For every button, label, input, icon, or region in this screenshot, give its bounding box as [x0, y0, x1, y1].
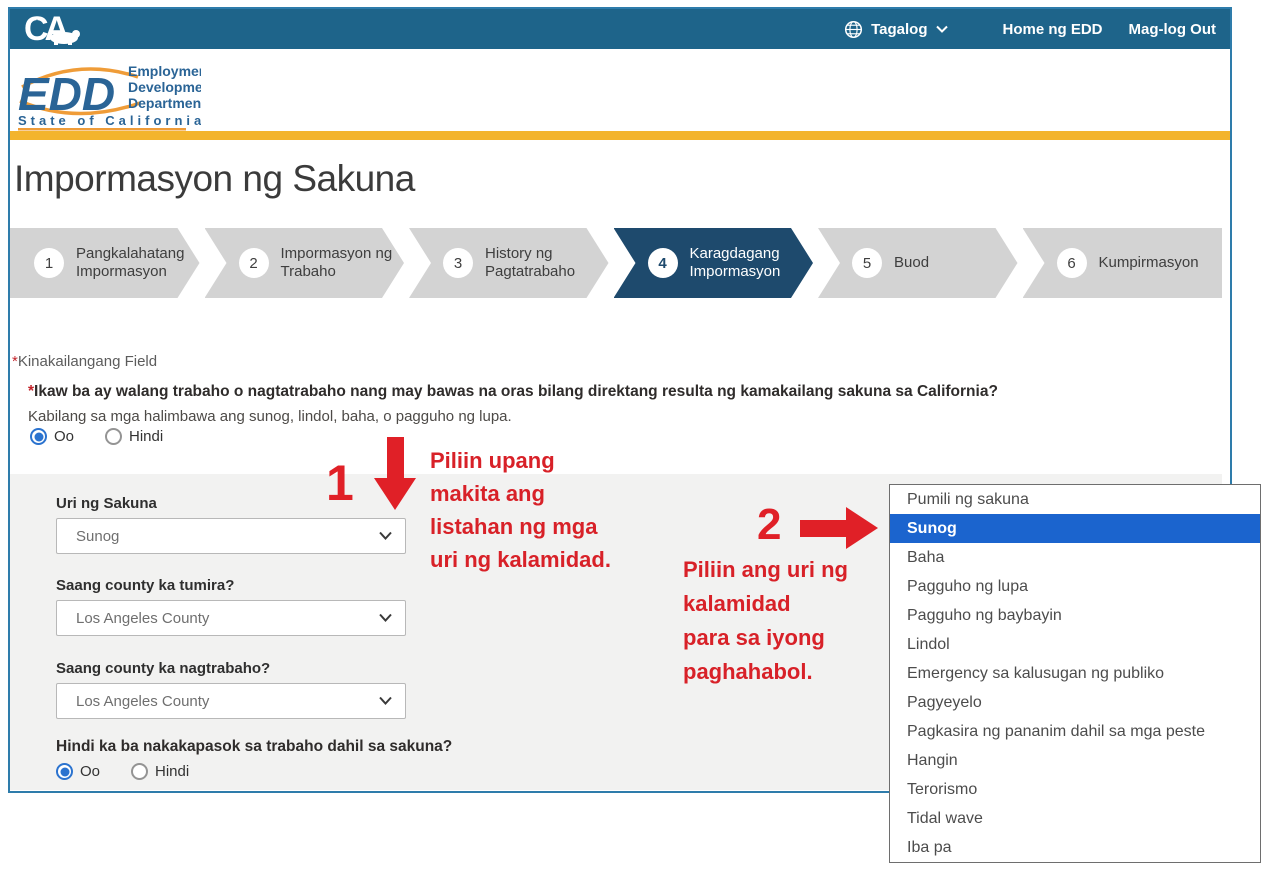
dropdown-option[interactable]: Pagkasira ng pananim dahil sa mga peste [890, 717, 1260, 746]
disaster-dropdown-list: Pumili ng sakunaSunogBahaPagguho ng lupa… [889, 484, 1261, 863]
select-chevron-icon [379, 531, 392, 540]
county-work-select[interactable]: Los Angeles County [56, 683, 406, 719]
home-link[interactable]: Home ng EDD [1003, 21, 1103, 38]
question-disaster: *Ikaw ba ay walang trabaho o nagtatrabah… [28, 383, 998, 401]
annotation-step-1-text: Piliin upang makita ang listahan ng mga … [430, 444, 611, 576]
step-label: History ng Pagtatrabaho [485, 245, 609, 282]
topbar-links: Tagalog Home ng EDD Mag-log Out [844, 20, 1216, 39]
radio-option-hindi[interactable]: Hindi [131, 763, 189, 780]
dropdown-option[interactable]: Pagguho ng lupa [890, 572, 1260, 601]
q2-radio-group: Oo Hindi [56, 763, 189, 780]
globe-icon [844, 20, 863, 39]
edd-tagline: State of California [18, 113, 201, 128]
dropdown-option[interactable]: Terorismo [890, 775, 1260, 804]
page-title: Impormasyon ng Sakuna [14, 155, 415, 203]
radio-circle[interactable] [105, 428, 122, 445]
step-number: 4 [648, 248, 678, 278]
dropdown-option[interactable]: Iba pa [890, 833, 1260, 862]
dropdown-option[interactable]: Sunog [890, 514, 1260, 543]
step-label: Karagdagang Impormasyon [690, 245, 814, 282]
step-number: 1 [34, 248, 64, 278]
language-label: Tagalog [871, 21, 927, 38]
dropdown-option[interactable]: Pagguho ng baybayin [890, 601, 1260, 630]
dropdown-option[interactable]: Lindol [890, 630, 1260, 659]
right-arrow [800, 520, 846, 537]
step-5[interactable]: 5 Buod [818, 228, 1018, 298]
county-work-value: Los Angeles County [76, 693, 209, 710]
step-number: 2 [239, 248, 269, 278]
county-live-select[interactable]: Los Angeles County [56, 600, 406, 636]
county-work-label: Saang county ka nagtrabaho? [56, 660, 270, 677]
question-disaster-hint: Kabilang sa mga halimbawa ang sunog, lin… [28, 408, 512, 425]
dropdown-option[interactable]: Tidal wave [890, 804, 1260, 833]
edd-line-1: Employment [128, 63, 201, 79]
q1-radio-group: Oo Hindi [30, 428, 163, 445]
question-absent: Hindi ka ba nakakapasok sa trabaho dahil… [56, 738, 452, 756]
dropdown-option[interactable]: Hangin [890, 746, 1260, 775]
top-bar: CA Tagalog Home ng EDD [10, 9, 1230, 49]
language-selector[interactable]: Tagalog [844, 20, 947, 39]
gold-divider [10, 131, 1230, 140]
step-label: Kumpirmasyon [1099, 254, 1199, 272]
step-2[interactable]: 2 Impormasyon ng Trabaho [205, 228, 405, 298]
step-number: 6 [1057, 248, 1087, 278]
edd-logo: EDD Employment Development Department St… [16, 55, 201, 133]
step-4[interactable]: 4 Karagdagang Impormasyon [614, 228, 814, 298]
dropdown-option[interactable]: Pagyeyelo [890, 688, 1260, 717]
chevron-down-icon [936, 25, 948, 33]
radio-option-oo[interactable]: Oo [56, 763, 100, 780]
edd-line-3: Department [128, 95, 201, 111]
edd-line-2: Development [128, 79, 201, 95]
select-chevron-icon [379, 696, 392, 705]
radio-label: Hindi [155, 763, 189, 780]
step-3[interactable]: 3 History ng Pagtatrabaho [409, 228, 609, 298]
down-arrow-head [374, 478, 416, 510]
required-field-note: *Kinakailangang Field [12, 353, 157, 370]
annotation-step-2-text: Piliin ang uri ng kalamidad para sa iyon… [683, 553, 848, 689]
disaster-type-select[interactable]: Sunog [56, 518, 406, 554]
step-label: Pangkalahatang Impormasyon [76, 245, 200, 282]
annotation-step-1-number: 1 [326, 458, 354, 508]
step-6[interactable]: 6 Kumpirmasyon [1023, 228, 1223, 298]
step-number: 5 [852, 248, 882, 278]
radio-circle[interactable] [30, 428, 47, 445]
step-1[interactable]: 1 Pangkalahatang Impormasyon [10, 228, 200, 298]
radio-label: Oo [80, 763, 100, 780]
radio-label: Hindi [129, 428, 163, 445]
radio-option-oo[interactable]: Oo [30, 428, 74, 445]
step-label: Impormasyon ng Trabaho [281, 245, 405, 282]
down-arrow [387, 437, 404, 480]
select-chevron-icon [379, 613, 392, 622]
radio-circle[interactable] [131, 763, 148, 780]
right-arrow-head [846, 507, 878, 549]
disaster-type-label: Uri ng Sakuna [56, 495, 157, 512]
logout-link[interactable]: Mag-log Out [1129, 21, 1216, 38]
dropdown-option[interactable]: Emergency sa kalusugan ng publiko [890, 659, 1260, 688]
county-live-label: Saang county ka tumira? [56, 577, 234, 594]
radio-circle[interactable] [56, 763, 73, 780]
annotation-step-2-number: 2 [757, 503, 781, 547]
progress-steps: 1 Pangkalahatang Impormasyon 2 Impormasyon … [10, 228, 1222, 298]
dropdown-option[interactable]: Baha [890, 543, 1260, 572]
ca-state-logo: CA [24, 12, 84, 46]
dropdown-option[interactable]: Pumili ng sakuna [890, 485, 1260, 514]
disaster-type-value: Sunog [76, 528, 119, 545]
step-number: 3 [443, 248, 473, 278]
radio-option-hindi[interactable]: Hindi [105, 428, 163, 445]
step-label: Buod [894, 254, 929, 272]
radio-label: Oo [54, 428, 74, 445]
county-live-value: Los Angeles County [76, 610, 209, 627]
